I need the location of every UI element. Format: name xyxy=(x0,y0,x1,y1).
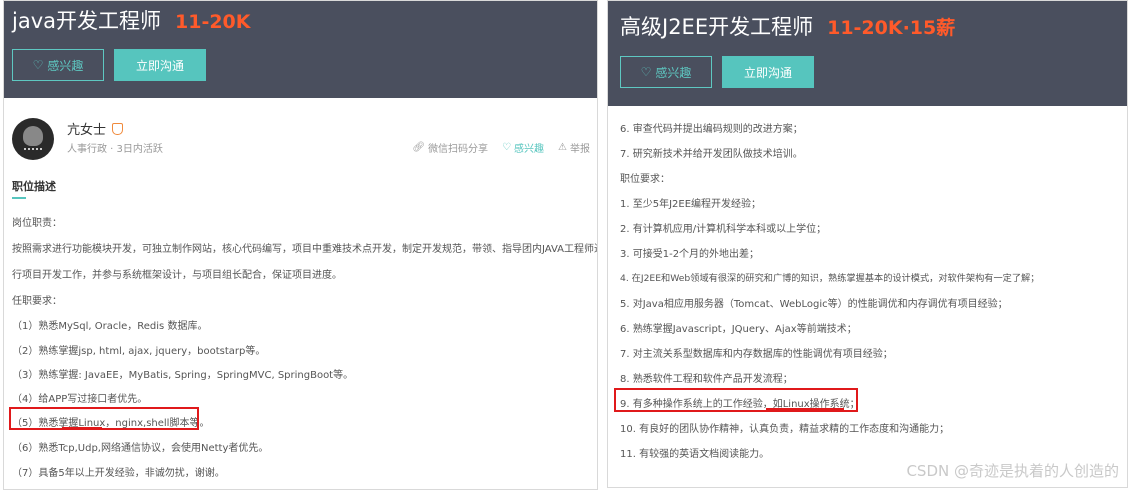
desc-line: 1. 至少5年J2EE编程开发经验； xyxy=(620,199,762,210)
interest-button[interactable]: ♡ 感兴趣 xyxy=(12,49,104,81)
job-card-left: java开发工程师 11-20K ♡ 感兴趣 立即沟通 亢女士 人事行政 · 3日… xyxy=(3,0,598,490)
chat-now-label: 立即沟通 xyxy=(743,65,792,80)
desc-line: 5. 对Java相应用服务器（Tomcat、WebLogic等）的性能调优和内存… xyxy=(620,299,1008,310)
desc-line: （7）具备5年以上开发经验，非诚勿扰，谢谢。 xyxy=(12,468,225,479)
interest-button[interactable]: ♡ 感兴趣 xyxy=(620,56,712,88)
poster-profile: 亢女士 人事行政 · 3日内活跃 🔗︎ 微信扫码分享 ♡ 感兴趣 ⚠ 举报 xyxy=(12,118,592,168)
desc-line: 8. 熟悉软件工程和软件产品开发流程； xyxy=(620,374,793,385)
heart-icon: ♡ xyxy=(640,65,652,79)
section-underline xyxy=(12,197,26,199)
job-title: 高级J2EE开发工程师 11-20K·15薪 xyxy=(620,11,955,41)
link-icon: 🔗︎ xyxy=(412,142,426,153)
warning-icon: ⚠ xyxy=(558,142,567,153)
highlight-underline xyxy=(62,427,102,429)
job-title-text: 高级J2EE开发工程师 xyxy=(620,15,814,39)
desc-line: 11. 有较强的英语文档阅读能力。 xyxy=(620,449,770,460)
desc-line: （1）熟悉MySql, Oracle，Redis 数据库。 xyxy=(12,321,208,332)
report-button[interactable]: ⚠ 举报 xyxy=(558,140,590,155)
desc-line: （2）熟练掌握jsp, html, ajax, jquery，bootstarp… xyxy=(12,346,266,357)
desc-line: 行项目开发工作，并参与系统框架设计，与项目组长配合，保证项目进度。 xyxy=(12,270,342,281)
verified-icon xyxy=(112,123,124,135)
desc-line: 10. 有良好的团队协作精神，认真负责，精益求精的工作态度和沟通能力； xyxy=(620,424,950,435)
interest-button-label: 感兴趣 xyxy=(47,58,84,73)
highlight-box xyxy=(9,407,199,430)
desc-line: 岗位职责： xyxy=(12,218,62,229)
avatar-figure xyxy=(23,126,43,146)
favorite-button[interactable]: ♡ 感兴趣 xyxy=(502,140,544,155)
chat-now-label: 立即沟通 xyxy=(135,58,184,73)
job-actions: 🔗︎ 微信扫码分享 ♡ 感兴趣 ⚠ 举报 xyxy=(412,140,590,155)
desc-line: 6. 审查代码并提出编码规则的改进方案； xyxy=(620,124,803,135)
desc-line: 3. 可接受1-2个月的外地出差； xyxy=(620,249,760,260)
watermark: CSDN @奇迹是执着的人创造的 xyxy=(906,462,1119,480)
desc-line: 6. 熟练掌握Javascript，JQuery、Ajax等前端技术； xyxy=(620,324,857,335)
job-card-right: 高级J2EE开发工程师 11-20K·15薪 ♡ 感兴趣 立即沟通 6. 审查代码… xyxy=(607,0,1128,488)
desc-line: 7. 研究新技术并给开发团队做技术培训。 xyxy=(620,149,803,160)
favorite-label: 感兴趣 xyxy=(514,144,545,155)
job-title-text: java开发工程师 xyxy=(12,9,161,33)
desc-line: 按照需求进行功能模块开发，可独立制作网站，核心代码编写，项目中重难技术点开发，制… xyxy=(12,244,598,255)
job-header: java开发工程师 11-20K ♡ 感兴趣 立即沟通 xyxy=(4,1,597,98)
desc-line: 7. 对主流关系型数据库和内存数据库的性能调优有项目经验； xyxy=(620,349,893,360)
desc-line: 职位要求： xyxy=(620,174,670,185)
section-title: 职位描述 xyxy=(12,180,56,193)
desc-line: （4）给APP写过接口者优先。 xyxy=(12,394,148,405)
share-label: 微信扫码分享 xyxy=(428,144,489,155)
avatar-decoration xyxy=(24,148,42,151)
interest-button-label: 感兴趣 xyxy=(655,65,692,80)
poster-name-row: 亢女士 xyxy=(67,119,124,138)
chat-now-button[interactable]: 立即沟通 xyxy=(114,49,206,81)
job-header: 高级J2EE开发工程师 11-20K·15薪 ♡ 感兴趣 立即沟通 xyxy=(608,1,1127,106)
avatar[interactable] xyxy=(12,118,54,160)
chat-now-button[interactable]: 立即沟通 xyxy=(722,56,814,88)
heart-icon: ♡ xyxy=(502,142,512,153)
poster-name: 亢女士 xyxy=(67,123,107,138)
poster-meta: 人事行政 · 3日内活跃 xyxy=(67,144,163,155)
desc-line: 任职要求： xyxy=(12,296,62,307)
desc-line: 2. 有计算机应用/计算机科学本科或以上学位； xyxy=(620,224,827,235)
desc-line: 4. 在J2EE和Web领域有很深的研究和广博的知识，熟练掌握基本的设计模式，对… xyxy=(620,273,1040,284)
salary: 11-20K xyxy=(175,11,251,33)
desc-line: （3）熟练掌握: JavaEE，MyBatis, Spring，SpringMV… xyxy=(12,370,354,381)
salary: 11-20K·15薪 xyxy=(827,17,956,39)
desc-line: （6）熟悉Tcp,Udp,网络通信协议，会使用Netty者优先。 xyxy=(12,443,269,454)
job-title: java开发工程师 11-20K xyxy=(12,5,251,35)
report-label: 举报 xyxy=(570,144,590,155)
heart-icon: ♡ xyxy=(32,58,44,72)
highlight-underline xyxy=(766,408,844,410)
share-button[interactable]: 🔗︎ 微信扫码分享 xyxy=(412,140,488,155)
